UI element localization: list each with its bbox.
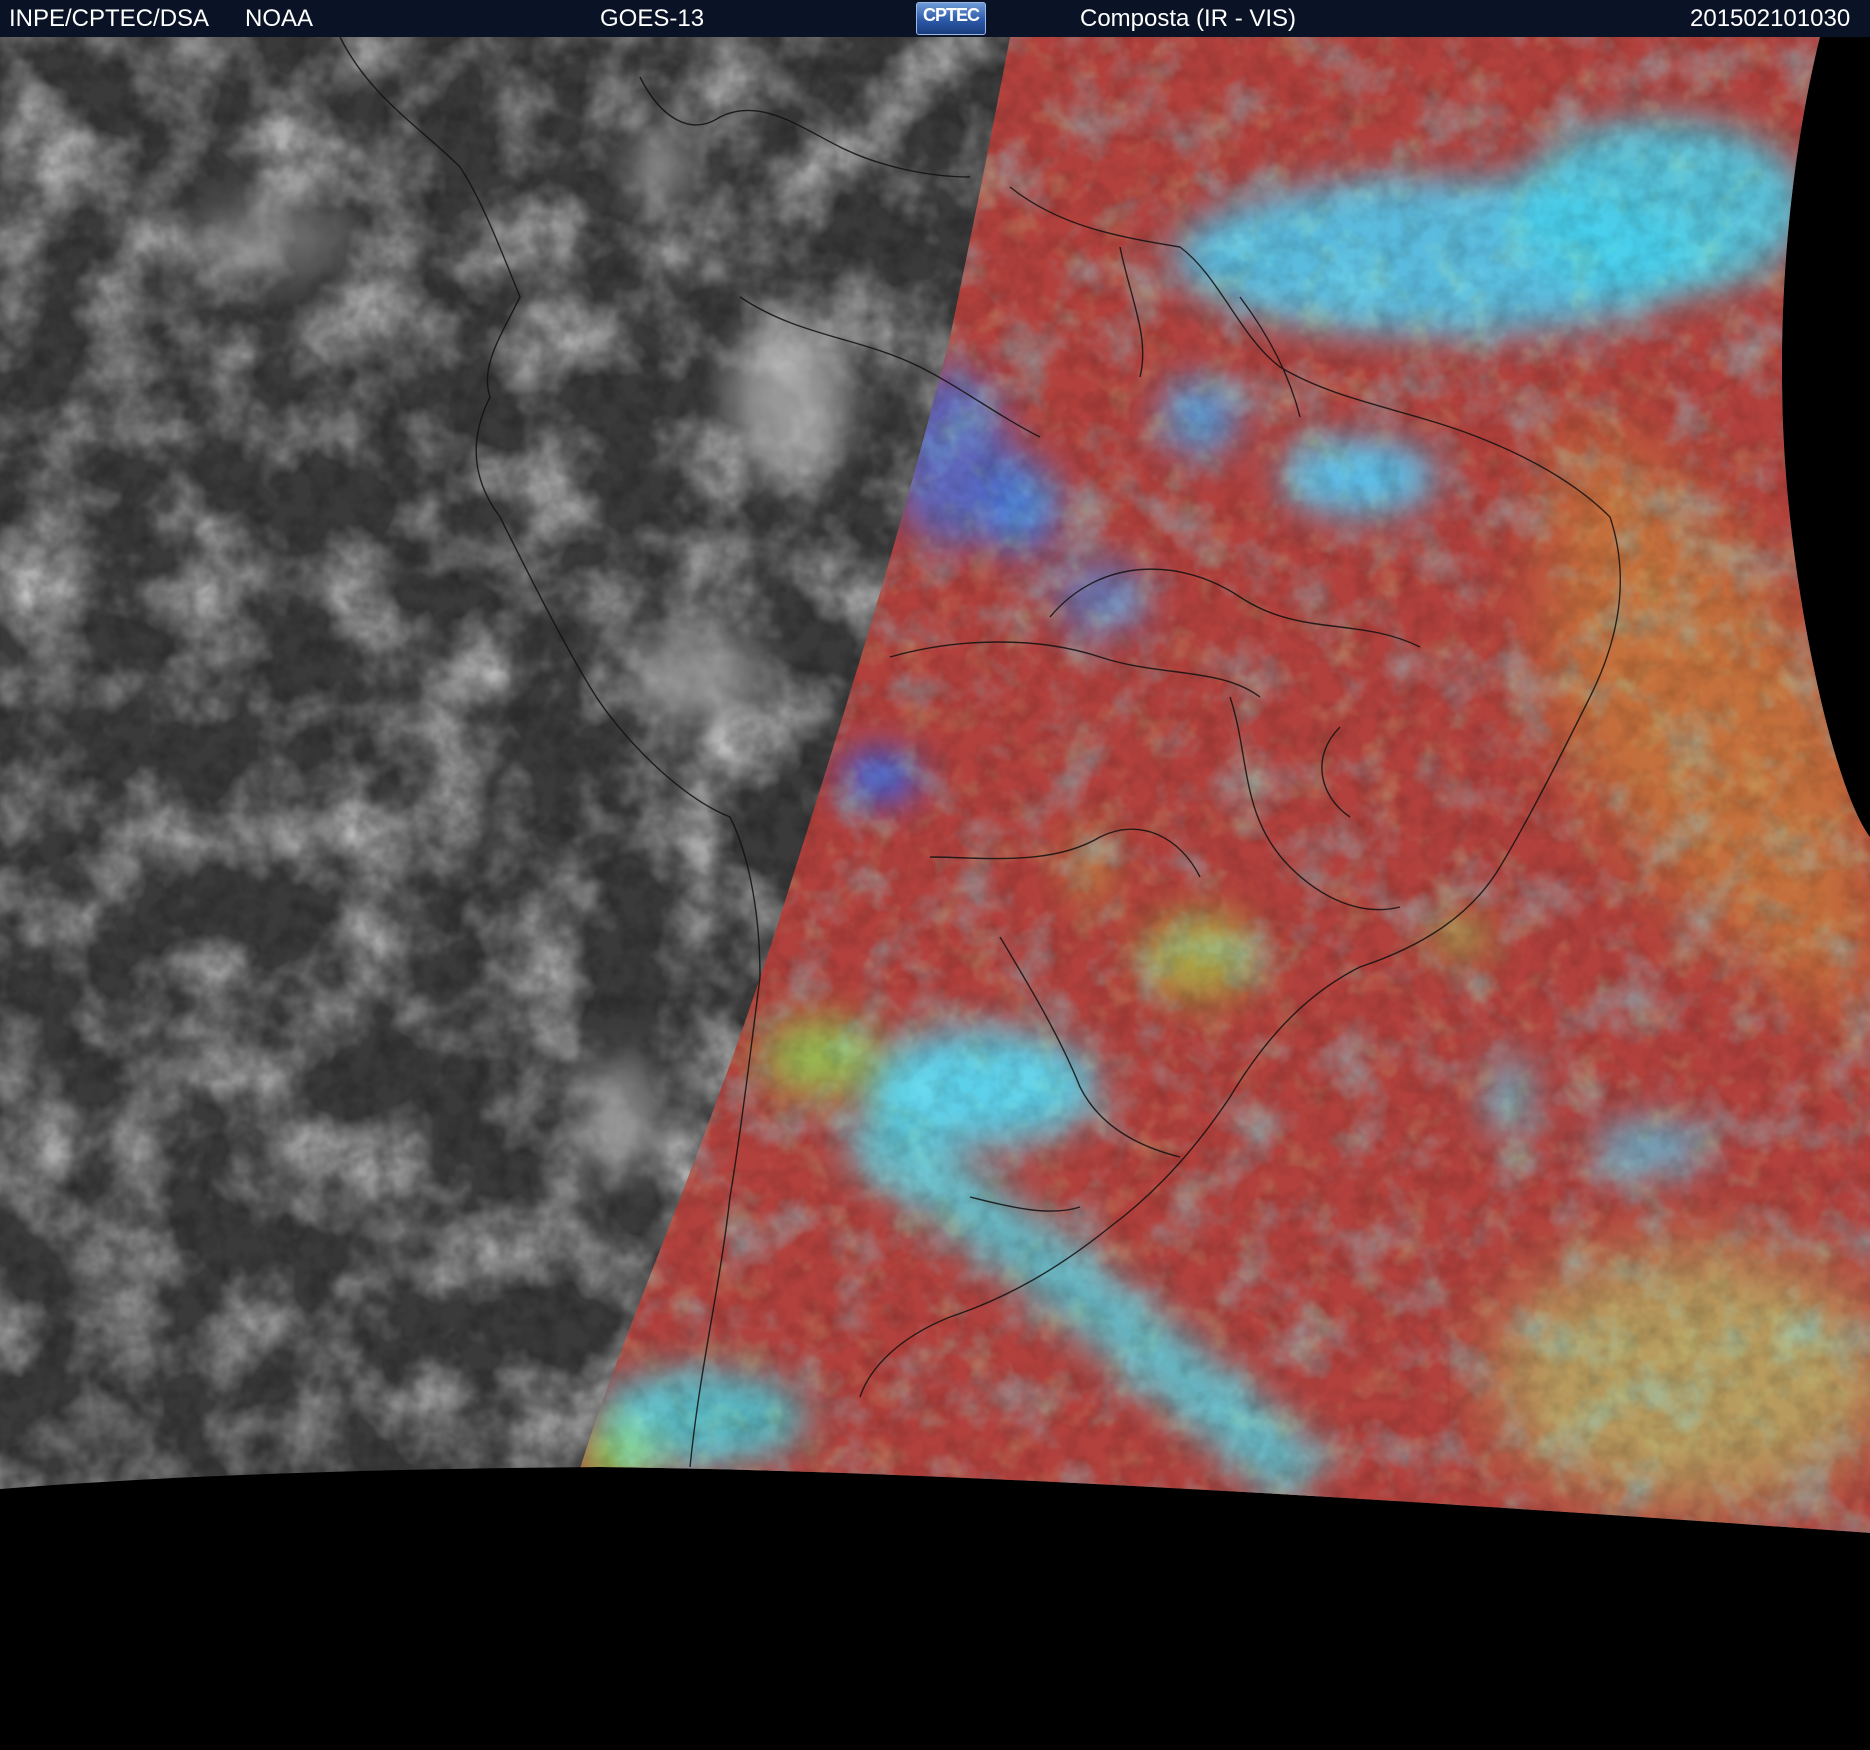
cptec-logo: CPTEC bbox=[916, 2, 986, 35]
satellite-label: GOES-13 bbox=[600, 5, 705, 32]
header-bar: INPE/CPTEC/DSA NOAA GOES-13 CPTEC Compos… bbox=[0, 0, 1870, 37]
satellite-image bbox=[0, 37, 1870, 1750]
agency-label: INPE/CPTEC/DSA bbox=[9, 5, 210, 32]
satellite-image-svg bbox=[0, 37, 1870, 1533]
cptec-logo-text: CPTEC bbox=[922, 5, 980, 25]
product-label: Composta (IR - VIS) bbox=[1080, 5, 1297, 32]
timestamp-label: 201502101030 bbox=[1690, 5, 1851, 32]
earth-disk bbox=[0, 37, 1870, 1533]
partner-label: NOAA bbox=[245, 5, 314, 32]
